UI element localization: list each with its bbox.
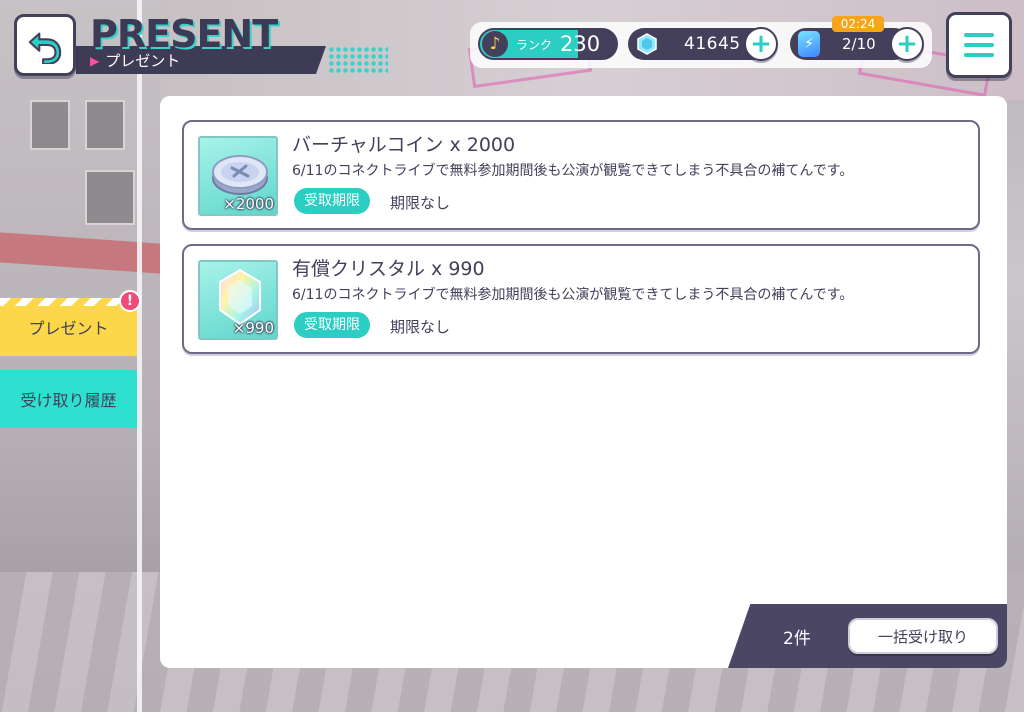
deadline-label: 受取期限 (294, 188, 370, 214)
title-dots-decoration (328, 46, 388, 74)
tab-history-label: 受け取り履歴 (20, 391, 117, 410)
notification-badge: ! (119, 290, 141, 312)
hamburger-icon-line (964, 33, 994, 37)
item-name: バーチャルコイン x 2000 (292, 134, 516, 156)
tab-present[interactable]: プレゼント (0, 298, 137, 356)
tab-history[interactable]: 受け取り履歴 (0, 370, 137, 428)
background-window (85, 170, 135, 225)
rank-value: 230 (560, 32, 601, 56)
hamburger-icon-line (964, 43, 994, 47)
deadline-value: 期限なし (390, 318, 451, 336)
item-description: 6/11のコネクトライブで無料参加期間後も公演が観覧できてしまう不具合の補てんで… (292, 163, 854, 179)
back-button[interactable] (14, 14, 76, 76)
sidebar-divider (137, 0, 142, 712)
background-window (30, 100, 70, 150)
item-name: 有償クリスタル x 990 (292, 258, 485, 280)
crystal-icon (219, 268, 261, 326)
item-thumbnail: ×990 (198, 260, 278, 340)
music-note-icon: ♪ (482, 31, 508, 57)
hamburger-icon-line (964, 53, 994, 57)
rank-label: ランク (516, 37, 553, 52)
item-quantity: ×990 (232, 319, 274, 337)
tab-present-label: プレゼント (28, 319, 109, 338)
claim-all-button[interactable]: 一括受け取り (848, 618, 998, 654)
plus-icon: + (896, 29, 918, 59)
page-title-jp: プレゼント (105, 52, 181, 70)
crystal-count: 41645 (684, 34, 741, 54)
plus-icon: + (750, 29, 772, 59)
list-item[interactable]: ×990 有償クリスタル x 990 6/11のコネクトライブで無料参加期間後も… (182, 244, 980, 354)
item-count: 2件 (783, 629, 811, 649)
item-quantity: ×2000 (223, 195, 274, 213)
add-crystal-button[interactable]: + (744, 27, 778, 61)
claim-all-label: 一括受け取り (877, 627, 968, 646)
item-description: 6/11のコネクトライブで無料参加期間後も公演が観覧できてしまう不具合の補てんで… (292, 287, 854, 303)
back-arrow-icon (28, 32, 62, 64)
menu-button[interactable] (946, 12, 1012, 78)
present-list-panel: ×2000 バーチャルコイン x 2000 6/11のコネクトライブで無料参加期… (160, 96, 1007, 668)
crystal-icon (637, 33, 657, 55)
page-title: PRESENT ▶ プレゼント (76, 12, 396, 82)
page-subtitle: ▶ プレゼント (90, 50, 180, 71)
rank-display: ♪ ランク 230 (478, 28, 618, 60)
add-stamina-button[interactable]: + (890, 27, 924, 61)
deadline-label: 受取期限 (294, 312, 370, 338)
coin-icon (212, 155, 268, 195)
list-item[interactable]: ×2000 バーチャルコイン x 2000 6/11のコネクトライブで無料参加期… (182, 120, 980, 230)
triangle-icon: ▶ (90, 53, 100, 68)
stamina-icon: ⚡ (798, 31, 820, 57)
background-window (85, 100, 125, 150)
deadline-value: 期限なし (390, 194, 451, 212)
stamina-timer: 02:24 (832, 16, 884, 32)
item-thumbnail: ×2000 (198, 136, 278, 216)
stamina-value: 2/10 (842, 35, 876, 53)
